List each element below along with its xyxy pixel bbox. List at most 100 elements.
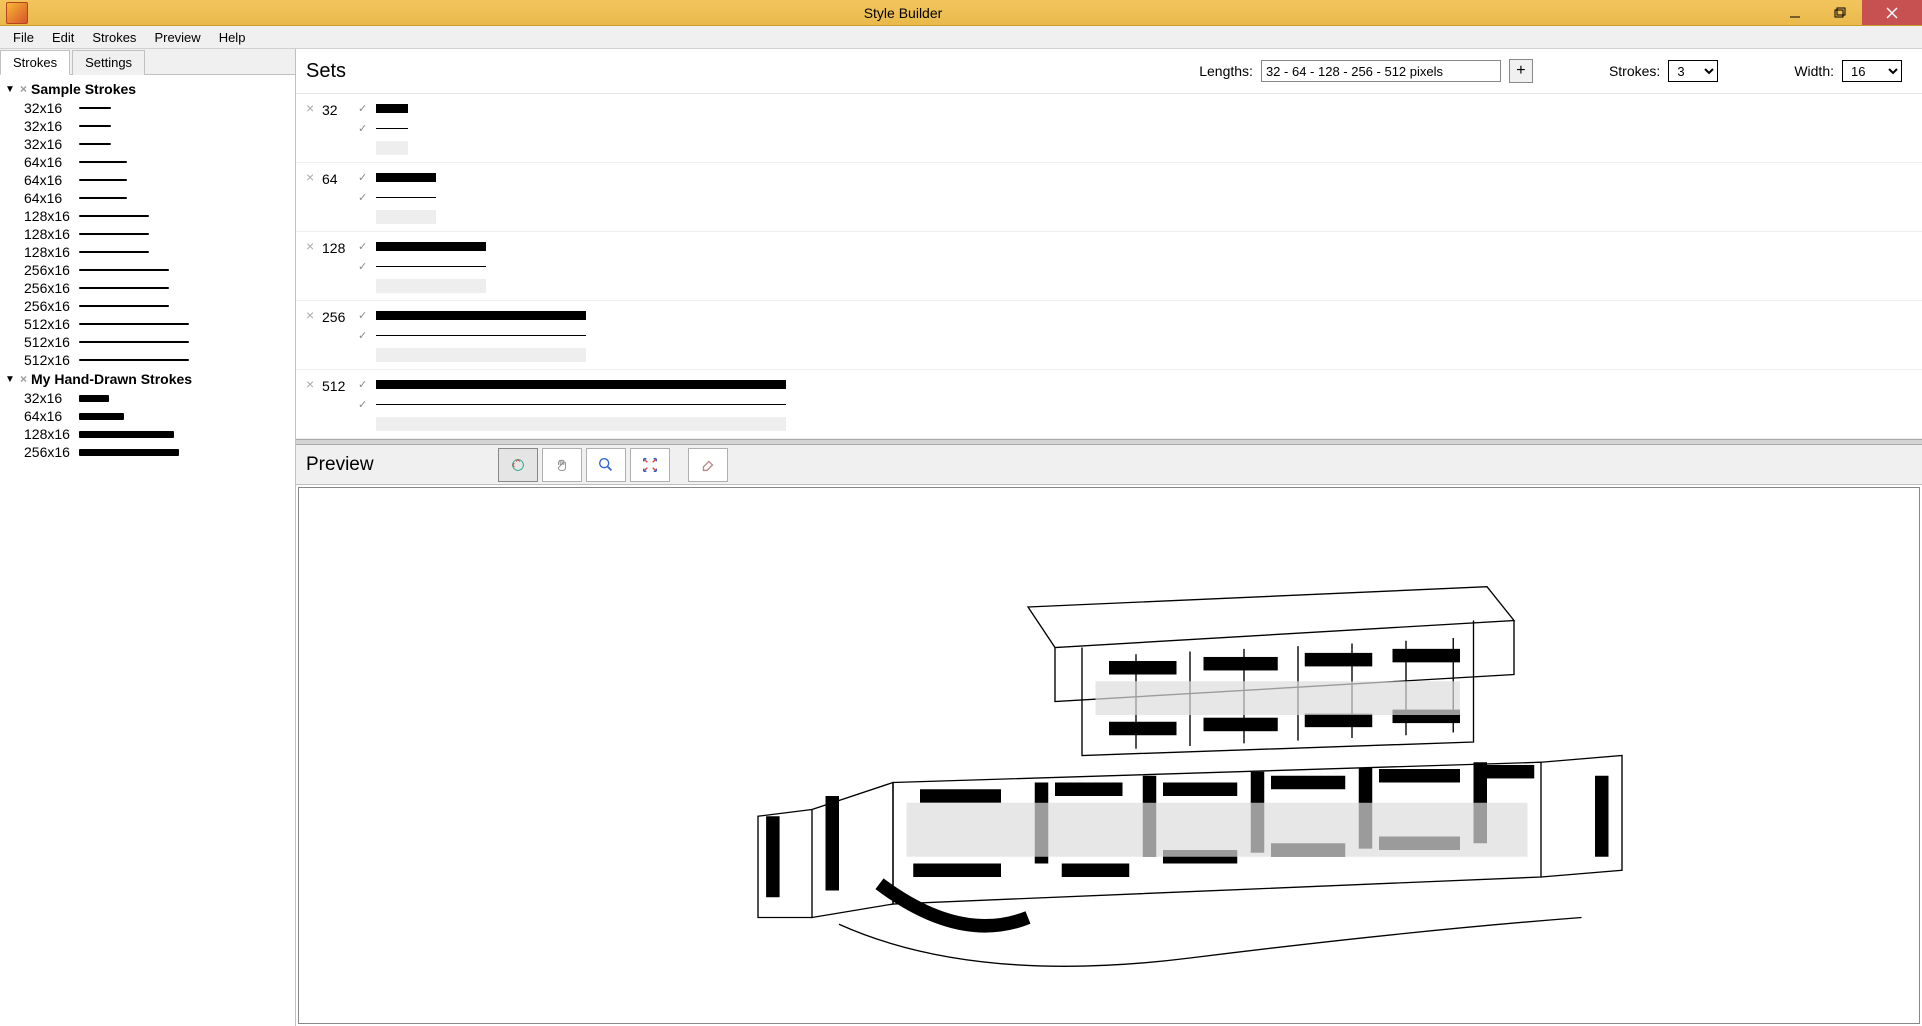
strokes-dropdown[interactable]: 3 xyxy=(1668,60,1718,82)
bold-stroke[interactable] xyxy=(376,380,786,389)
stroke-item[interactable]: 256x16 xyxy=(4,279,291,297)
stroke-item[interactable]: 128x16 xyxy=(4,225,291,243)
stroke-item[interactable]: 64x16 xyxy=(4,189,291,207)
stroke-item[interactable]: 256x16 xyxy=(4,297,291,315)
stroke-item[interactable]: 32x16 xyxy=(4,99,291,117)
set-row: ×256✓✓ xyxy=(296,301,1922,370)
stroke-item[interactable]: 32x16 xyxy=(4,389,291,407)
zoom-extents-tool[interactable] xyxy=(630,448,670,482)
bold-stroke[interactable] xyxy=(376,242,486,251)
menu-edit[interactable]: Edit xyxy=(43,27,83,48)
tree-group-header[interactable]: ▼×Sample Strokes xyxy=(4,79,291,99)
empty-stroke[interactable] xyxy=(376,210,436,224)
workspace: Strokes Settings ▼×Sample Strokes32x1632… xyxy=(0,49,1922,1026)
tree-group: ▼×My Hand-Drawn Strokes32x16 64x16128x162… xyxy=(4,369,291,461)
menu-preview[interactable]: Preview xyxy=(145,27,209,48)
empty-stroke[interactable] xyxy=(376,279,486,293)
close-icon[interactable]: × xyxy=(20,82,27,96)
stroke-item[interactable]: 32x16 xyxy=(4,135,291,153)
stroke-item-label: 128x16 xyxy=(24,244,79,260)
stroke-item-label: 32x16 xyxy=(24,390,79,406)
stroke-item[interactable]: 256x16 xyxy=(4,443,291,461)
add-set-button[interactable]: + xyxy=(1509,59,1533,83)
stroke-item[interactable]: 128x16 xyxy=(4,425,291,443)
stroke-sample xyxy=(79,431,174,438)
stroke-item[interactable]: 512x16 xyxy=(4,333,291,351)
stroke-item[interactable]: 128x16 xyxy=(4,243,291,261)
stroke-item[interactable]: 32x16 xyxy=(4,117,291,135)
preview-toolbar: Preview xyxy=(296,445,1922,485)
thin-stroke[interactable] xyxy=(376,266,486,267)
stroke-sample xyxy=(79,161,127,163)
zoom-tool[interactable] xyxy=(586,448,626,482)
stroke-item[interactable]: 64x16 xyxy=(4,171,291,189)
stroke-item-label: 64x16 xyxy=(24,408,79,424)
remove-set-icon[interactable]: × xyxy=(306,376,322,392)
stroke-sample xyxy=(79,179,127,181)
stroke-sample xyxy=(79,449,179,456)
stroke-item-label: 64x16 xyxy=(24,190,79,206)
remove-set-icon[interactable]: × xyxy=(306,307,322,323)
set-label: 128 xyxy=(322,238,358,256)
stroke-sample xyxy=(79,107,111,109)
menu-strokes[interactable]: Strokes xyxy=(83,27,145,48)
pan-tool[interactable] xyxy=(542,448,582,482)
lengths-input[interactable] xyxy=(1261,60,1501,82)
close-button[interactable] xyxy=(1862,0,1922,25)
stroke-sample xyxy=(79,305,169,307)
empty-stroke[interactable] xyxy=(376,141,408,155)
orbit-tool[interactable] xyxy=(498,448,538,482)
eraser-tool[interactable] xyxy=(688,448,728,482)
thin-stroke[interactable] xyxy=(376,404,786,405)
set-label: 256 xyxy=(322,307,358,325)
stroke-item-label: 256x16 xyxy=(24,262,79,278)
check-icon: ✓ xyxy=(358,398,370,411)
thin-stroke[interactable] xyxy=(376,335,586,336)
stroke-item[interactable]: 128x16 xyxy=(4,207,291,225)
menu-help[interactable]: Help xyxy=(210,27,255,48)
stroke-item-label: 128x16 xyxy=(24,208,79,224)
thin-stroke[interactable] xyxy=(376,197,436,198)
check-icon: ✓ xyxy=(358,191,370,204)
set-row: ×512✓✓ xyxy=(296,370,1922,439)
menu-file[interactable]: File xyxy=(4,27,43,48)
tab-strokes[interactable]: Strokes xyxy=(0,50,70,75)
stroke-sample xyxy=(79,125,111,127)
check-icon: ✓ xyxy=(358,102,370,115)
remove-set-icon[interactable]: × xyxy=(306,238,322,254)
stroke-item[interactable]: 512x16 xyxy=(4,315,291,333)
stroke-tree: ▼×Sample Strokes32x1632x1632x1664x1664x1… xyxy=(0,75,295,465)
stroke-item-label: 64x16 xyxy=(24,154,79,170)
close-icon[interactable]: × xyxy=(20,372,27,386)
stroke-sample xyxy=(79,413,124,420)
width-label: Width: xyxy=(1794,63,1834,79)
stroke-sample xyxy=(79,359,189,361)
stroke-item-label: 32x16 xyxy=(24,100,79,116)
bold-stroke[interactable] xyxy=(376,104,408,113)
remove-set-icon[interactable]: × xyxy=(306,169,322,185)
minimize-button[interactable] xyxy=(1772,0,1817,25)
bold-stroke[interactable] xyxy=(376,173,436,182)
remove-set-icon[interactable]: × xyxy=(306,100,322,116)
width-dropdown[interactable]: 16 xyxy=(1842,60,1902,82)
stroke-item[interactable]: 64x16 xyxy=(4,153,291,171)
stroke-item-label: 256x16 xyxy=(24,298,79,314)
stroke-item-label: 512x16 xyxy=(24,352,79,368)
check-icon: ✓ xyxy=(358,329,370,342)
bold-stroke[interactable] xyxy=(376,311,586,320)
stroke-sample xyxy=(79,323,189,325)
empty-stroke[interactable] xyxy=(376,417,786,431)
tab-settings[interactable]: Settings xyxy=(72,50,145,75)
preview-canvas[interactable] xyxy=(298,487,1920,1024)
stroke-sample xyxy=(79,251,149,253)
stroke-item[interactable]: 64x16 xyxy=(4,407,291,425)
stroke-item[interactable]: 256x16 xyxy=(4,261,291,279)
empty-stroke[interactable] xyxy=(376,348,586,362)
group-name: Sample Strokes xyxy=(31,81,136,97)
tree-group-header[interactable]: ▼×My Hand-Drawn Strokes xyxy=(4,369,291,389)
stroke-sample xyxy=(79,215,149,217)
stroke-item[interactable]: 512x16 xyxy=(4,351,291,369)
set-row: ×64✓✓ xyxy=(296,163,1922,232)
maximize-button[interactable] xyxy=(1817,0,1862,25)
thin-stroke[interactable] xyxy=(376,128,408,129)
